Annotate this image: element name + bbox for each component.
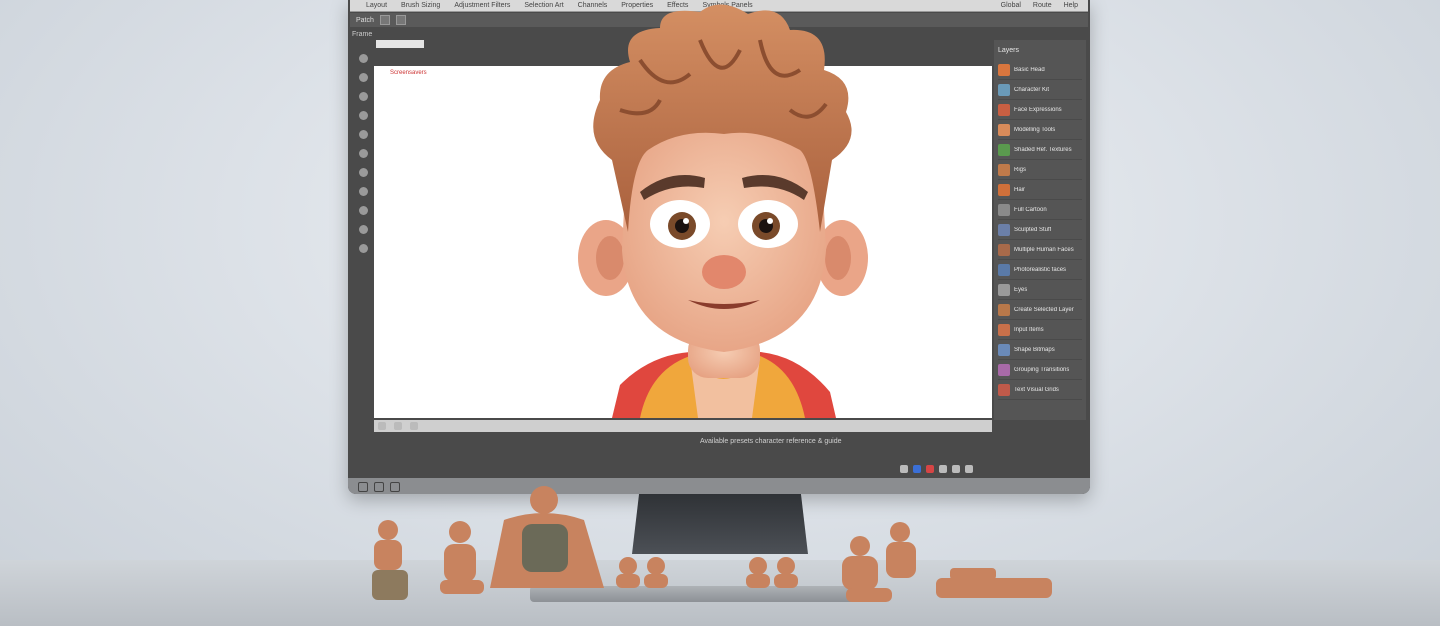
clay-figurines <box>372 486 1052 602</box>
figurine-body <box>374 540 402 570</box>
figurine-head <box>378 520 398 540</box>
